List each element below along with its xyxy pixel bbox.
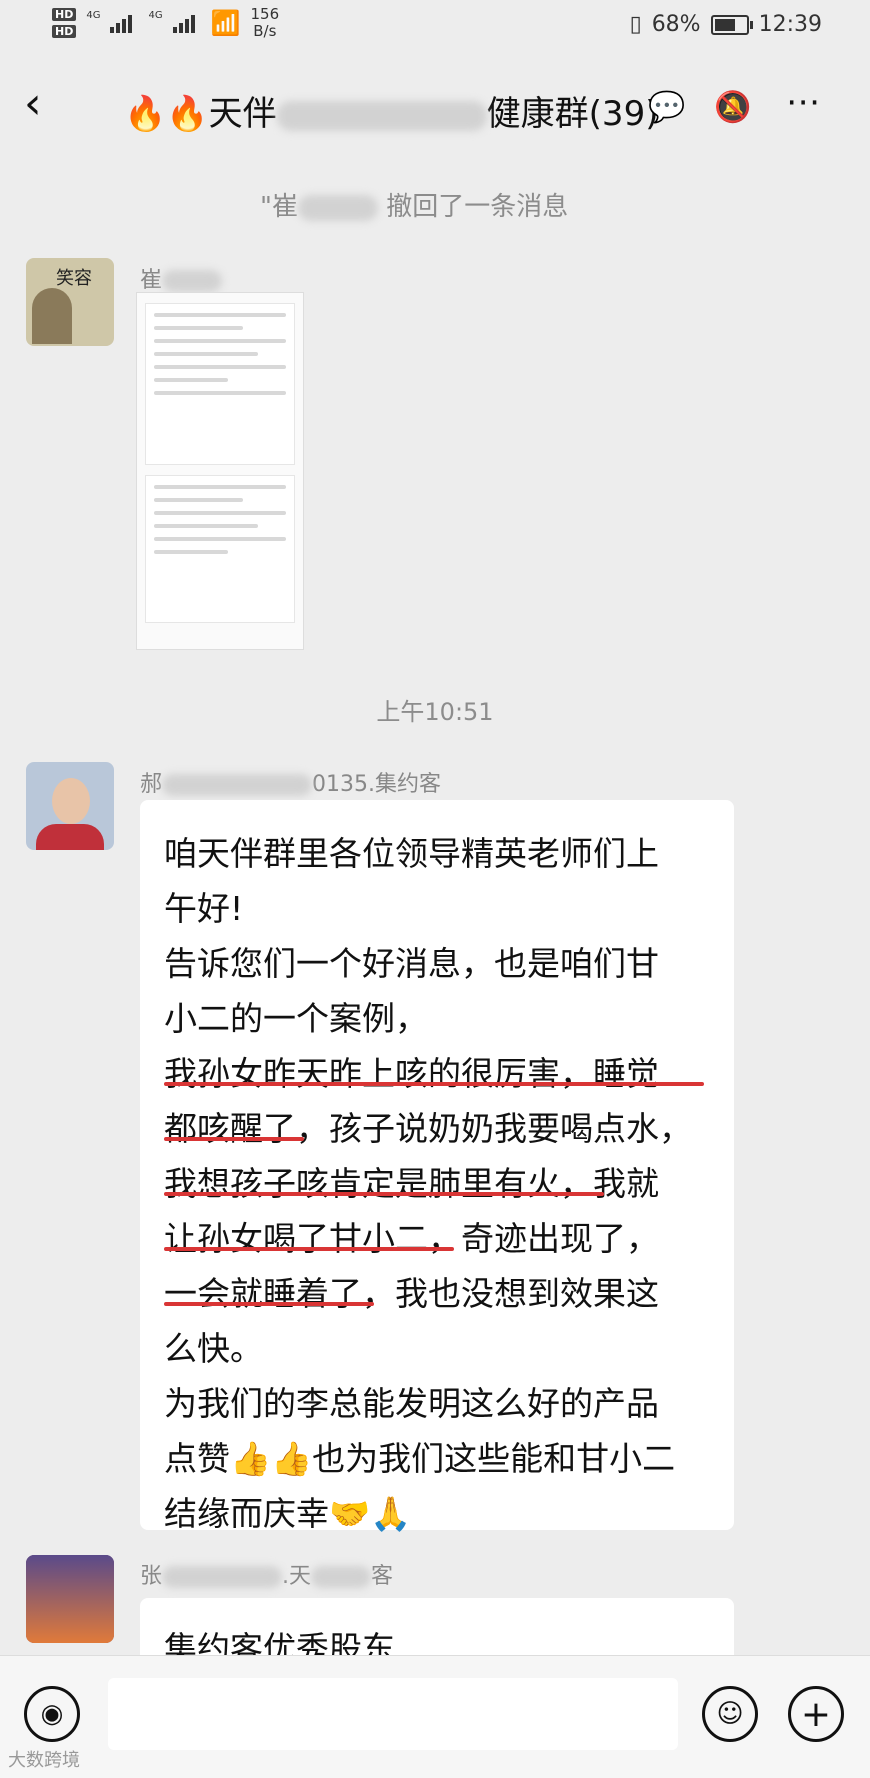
highlight-underline [164, 1192, 604, 1196]
avatar[interactable]: 笑容 [26, 258, 114, 346]
avatar[interactable] [26, 1555, 114, 1643]
hd-badge: HD [52, 25, 77, 38]
plus-icon[interactable]: + [788, 1686, 844, 1742]
redacted-text [162, 774, 313, 796]
sender-prefix: 崔 [140, 268, 163, 293]
more-icon[interactable]: ⋯ [786, 82, 820, 122]
hd-indicator: HD HD [52, 8, 77, 38]
title-prefix: 🔥🔥天伴 [124, 94, 277, 134]
hd-badge: HD [52, 8, 77, 21]
sender-name: 崔 [140, 262, 223, 294]
highlight-underline [164, 1247, 454, 1251]
net-speed-value: 156 [250, 5, 280, 23]
message-input[interactable] [108, 1678, 678, 1750]
redacted-text [311, 1566, 372, 1588]
signal-icon [110, 13, 138, 33]
clock: 12:39 [758, 12, 822, 37]
redacted-text [162, 1566, 283, 1588]
redacted-text [162, 270, 223, 292]
sender-middle: .天 [282, 1564, 312, 1589]
redacted-text [297, 194, 378, 221]
sender-suffix: 0135.集约客 [312, 772, 441, 797]
net-speed: 156 B/s [250, 6, 279, 40]
sender-name: 张 .天 客 [140, 1558, 393, 1590]
network-type: 4G [148, 9, 163, 21]
highlight-underline [164, 1082, 704, 1086]
recall-text: 撤回了一条消息 [386, 192, 569, 222]
redacted-text [276, 100, 487, 131]
avatar-face [52, 778, 90, 824]
status-bar: HD HD 4G 4G 📶 156 B/s ▯ 68% 12:39 [0, 0, 870, 52]
screenshot-card [145, 303, 295, 465]
chat-title[interactable]: 🔥🔥天伴 健康群(39) [124, 86, 658, 135]
wifi-icon: 📶 [210, 9, 241, 37]
input-bar: ◉ ☺ + 大数跨境 [0, 1655, 870, 1778]
voice-icon[interactable]: ◉ [24, 1686, 80, 1742]
avatar-body [36, 824, 104, 850]
chat-bubble-icon[interactable]: 💬 [648, 90, 685, 125]
status-right: ▯ 68% 12:39 [630, 12, 822, 37]
network-type: 4G [86, 9, 101, 21]
message-text: 咱天伴群里各位领导精英老师们上 午好! 告诉您们一个好消息，也是咱们甘 小二的一… [164, 834, 692, 1533]
battery-icon [710, 14, 753, 35]
sender-name: 郝 0135.集约客 [140, 766, 441, 798]
watermark: 大数跨境 [8, 1750, 80, 1771]
battery-percent: 68% [651, 12, 701, 37]
sender-prefix: 张 [140, 1564, 163, 1589]
timestamp: 上午10:51 [376, 698, 494, 726]
mute-bell-icon[interactable]: 🔕 [714, 90, 751, 125]
sender-suffix: 客 [371, 1564, 394, 1589]
highlight-underline [164, 1137, 304, 1141]
recall-prefix: "崔 [260, 192, 298, 222]
message-bubble[interactable]: 咱天伴群里各位领导精英老师们上 午好! 告诉您们一个好消息，也是咱们甘 小二的一… [140, 800, 734, 1533]
highlight-underline [164, 1302, 374, 1306]
image-message[interactable] [136, 292, 304, 650]
vibrate-icon: ▯ [629, 12, 642, 37]
avatar-figure [32, 288, 72, 344]
screenshot-card [145, 475, 295, 623]
status-left: HD HD 4G 4G 📶 156 B/s [52, 6, 279, 40]
title-suffix: 健康群(39) [486, 94, 659, 134]
chat-header: ‹ 🔥🔥天伴 健康群(39) 💬 🔕 ⋯ [0, 60, 870, 150]
avatar-text: 笑容 [56, 268, 92, 289]
recall-notice: "崔 撤回了一条消息 [260, 186, 568, 223]
avatar[interactable] [26, 762, 114, 850]
back-icon[interactable]: ‹ [24, 78, 42, 129]
sender-prefix: 郝 [140, 772, 163, 797]
avatar-bridge [26, 1555, 114, 1643]
net-speed-unit: B/s [253, 22, 277, 40]
emoji-icon[interactable]: ☺ [702, 1686, 758, 1742]
signal-icon [172, 13, 201, 33]
